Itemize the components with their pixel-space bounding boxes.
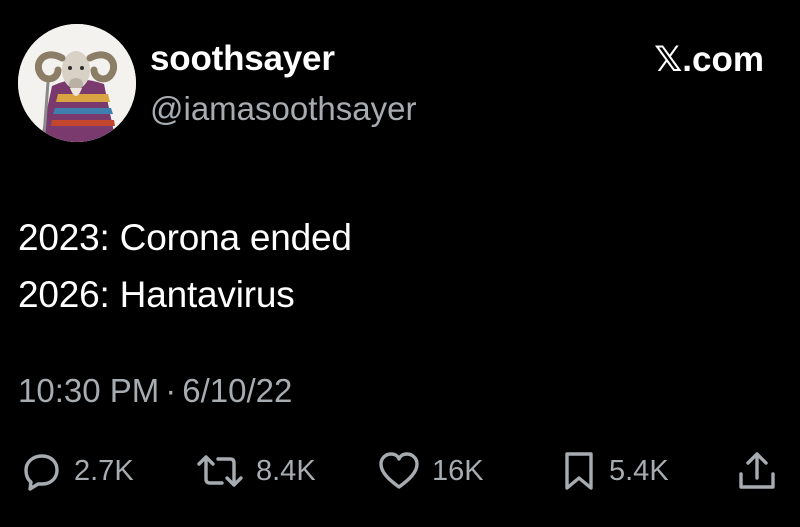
like-button[interactable]: 16K [378,446,484,496]
tweet-text: 2023: Corona ended 2026: Hantavirus [18,209,352,323]
like-count: 16K [432,455,484,487]
tweet-date: 6/10/22 [182,372,293,409]
action-bar: 2.7K 8.4K 16K 5.4K [0,446,800,496]
avatar[interactable] [18,24,136,142]
ram-soothsayer-avatar-icon [18,24,136,142]
repost-count: 8.4K [256,455,316,487]
tweet-line: 2023: Corona ended [18,217,352,258]
share-button[interactable] [736,446,778,496]
heart-icon [379,452,419,489]
tweet-time: 10:30 PM [18,372,160,409]
brand-label: 𝕏.com [654,40,764,79]
bookmark-icon [565,452,593,490]
reply-count: 2.7K [74,455,134,487]
tweet-timestamp[interactable]: 10:30 PM · 6/10/22 [18,370,292,412]
bookmark-button[interactable]: 5.4K [561,446,669,496]
tweet-card: soothsayer @iamasoothsayer 𝕏.com 2023: C… [0,0,800,527]
reply-button[interactable]: 2.7K [22,446,134,496]
tweet-line: 2026: Hantavirus [18,274,295,315]
share-upload-icon [739,452,775,489]
repost-arrows-icon [197,455,243,487]
meta-separator: · [165,372,177,409]
author-display-name[interactable]: soothsayer [150,39,335,79]
reply-bubble-icon [24,454,59,491]
author-handle[interactable]: @iamasoothsayer [150,89,416,129]
repost-button[interactable]: 8.4K [196,446,316,496]
bookmark-count: 5.4K [609,455,669,487]
